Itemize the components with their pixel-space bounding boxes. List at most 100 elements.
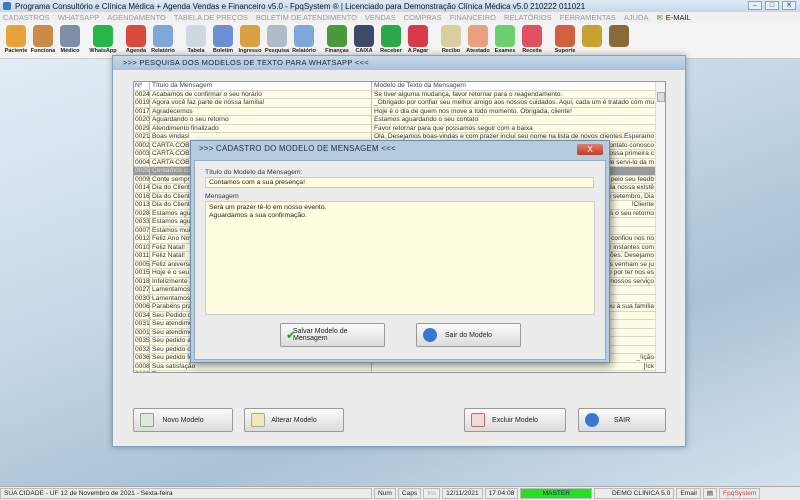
toolbar-label: Relatório [292, 48, 316, 54]
status-email[interactable]: Email [676, 488, 701, 499]
status-company: DEMO CLINICA 5.0 [594, 488, 675, 499]
cell-text: ck!] [643, 362, 654, 370]
toolbar-button[interactable]: Suporte [553, 25, 577, 54]
toolbar-icon [495, 25, 515, 47]
status-bar: SUA CIDADE - UF 12 de Novembro de 2021 -… [0, 486, 800, 500]
minimize-button[interactable]: – [748, 1, 762, 10]
vertical-scrollbar[interactable] [655, 82, 665, 372]
toolbar-button[interactable]: Exames [493, 25, 517, 54]
delete-model-button[interactable]: Excluir Modelo [464, 408, 566, 432]
menu-item[interactable]: AJUDA [624, 13, 649, 22]
cell-number: 0003 [135, 150, 150, 158]
menu-item[interactable]: WHATSAPP [58, 13, 100, 22]
close-button[interactable]: ✕ [782, 1, 796, 10]
toolbar-button[interactable]: Relatório [292, 25, 316, 54]
toolbar-button[interactable] [580, 25, 604, 48]
toolbar-button[interactable]: Atestado [466, 25, 490, 54]
toolbar-button[interactable]: Paciente [4, 25, 28, 54]
scroll-thumb[interactable] [657, 92, 665, 102]
app-icon [3, 2, 11, 10]
col-text[interactable]: Modelo de Texto da Mensagem [372, 82, 654, 90]
dialog-close-button[interactable]: X [577, 144, 603, 155]
toolbar-label: A Pagar [407, 48, 429, 54]
toolbar: Paciente Funciona Médico WhatsApp Agenda Rela… [0, 23, 800, 59]
table-row[interactable]: 0020 Aguardando o seu retorno Estamos agua… [134, 116, 665, 125]
toolbar-button[interactable] [607, 25, 631, 48]
toolbar-button[interactable]: A Pagar [406, 25, 430, 54]
toolbar-label: Receita [522, 48, 542, 54]
cell-text: Se tiver alguma mudança, favor retornar … [374, 90, 563, 98]
toolbar-icon [213, 25, 233, 47]
arrow-right-icon [423, 328, 437, 342]
toolbar-icon [555, 25, 575, 47]
window-title: Programa Consultório e Clínica Médica + … [15, 1, 586, 11]
table-row[interactable]: 0008 Sua satisfação ck!] [134, 362, 665, 371]
cell-text: Hoje é o dia de quem nos move a todo mom… [374, 107, 572, 115]
menu-item[interactable]: FERRAMENTAS [560, 13, 616, 22]
table-row[interactable]: 0029 Atendimento finalizado Favor retornar… [134, 124, 665, 133]
cell-number: 0028 [135, 209, 150, 217]
menu-item[interactable]: COMPRAS [404, 13, 442, 22]
maximize-button[interactable]: □ [765, 1, 779, 10]
cell-number: 0018 [135, 277, 150, 285]
toolbar-icon [153, 25, 173, 47]
toolbar-label: Receber [380, 48, 402, 54]
toolbar-icon [354, 25, 374, 47]
toolbar-icon [582, 25, 602, 47]
menu-item[interactable]: TABELA DE PREÇOS [174, 13, 248, 22]
cell-number: 0036 [135, 354, 150, 362]
toolbar-label: Finanças [325, 48, 349, 54]
toolbar-button[interactable]: Tabela [184, 25, 208, 54]
toolbar-button[interactable]: Finanças [325, 25, 349, 54]
toolbar-button[interactable]: CAIXA [352, 25, 376, 54]
menu-item[interactable]: AGENDAMENTO [107, 13, 166, 22]
table-row[interactable]: 0019 Agora você faz parte de nossa famíli… [134, 99, 665, 108]
menu-item[interactable]: CADASTROS [3, 13, 50, 22]
toolbar-button[interactable]: Receita [520, 25, 544, 54]
printer-icon[interactable]: ▤ [702, 488, 718, 499]
col-title[interactable]: Título da Mensagem [150, 82, 372, 90]
cell-number: 0010 [135, 243, 150, 251]
table-row[interactable]: 0023Temos um hor [134, 371, 665, 372]
cell-title: Sua satisfação [150, 362, 372, 370]
toolbar-icon [126, 25, 146, 47]
toolbar-button[interactable]: Ingresso [238, 25, 262, 54]
dialog-title: >>> CADASTRO DO MODELO DE MENSAGEM <<< [199, 144, 396, 153]
menu-item[interactable]: RELATÓRIOS [504, 13, 552, 22]
title-input[interactable]: Contamos com a sua presença! [205, 177, 594, 188]
exit-model-button[interactable]: Sair do Modelo [416, 323, 521, 347]
toolbar-icon [93, 25, 113, 47]
save-model-button[interactable]: ✔ Salvar Modelo de Mensagem [280, 323, 385, 347]
toolbar-button[interactable]: Médico [58, 25, 82, 54]
menu-item[interactable]: FINANCEIRO [450, 13, 496, 22]
col-number[interactable]: Nº [134, 82, 150, 90]
exit-button[interactable]: SAIR [578, 408, 666, 432]
table-row[interactable]: 0017 Agradecemos Hoje é o dia de quem nos … [134, 107, 665, 116]
status-time: 17:04:08 [484, 488, 519, 499]
arrow-right-icon [585, 413, 599, 427]
new-model-button[interactable]: Novo Modelo [133, 408, 233, 432]
toolbar-label: Atestado [466, 48, 490, 54]
toolbar-button[interactable]: Funciona [31, 25, 55, 54]
toolbar-icon [408, 25, 428, 47]
menu-item[interactable]: BOLETIM DE ATENDIMENTO [256, 13, 357, 22]
toolbar-button[interactable]: Agenda [124, 25, 148, 54]
new-document-icon [140, 413, 154, 427]
menu-item[interactable]: VENDAS [365, 13, 396, 22]
status-brand: FpqSystem [719, 488, 761, 499]
table-row[interactable]: 0024 Acabamos de confirmar o seu horário S… [134, 90, 665, 99]
toolbar-icon [441, 25, 461, 47]
message-textarea[interactable]: Será um prazer tê-lo em nosso evento. Ag… [205, 201, 595, 315]
delete-model-label: Excluir Modelo [492, 416, 538, 424]
toolbar-button[interactable]: Receber [379, 25, 403, 54]
toolbar-button[interactable]: WhatsApp [89, 25, 117, 54]
toolbar-button[interactable]: Recibo [439, 25, 463, 54]
toolbar-label: Relatório [151, 48, 175, 54]
exit-model-label: Sair do Modelo [444, 331, 493, 339]
toolbar-button[interactable]: Pesquisa [265, 25, 289, 54]
checkmark-icon: ✔ [286, 328, 297, 342]
edit-model-button[interactable]: Alterar Modelo [244, 408, 344, 432]
toolbar-button[interactable]: Relatório [151, 25, 175, 54]
toolbar-button[interactable]: Boletim [211, 25, 235, 54]
menu-item-email[interactable]: ✉ E-MAIL [656, 13, 690, 22]
